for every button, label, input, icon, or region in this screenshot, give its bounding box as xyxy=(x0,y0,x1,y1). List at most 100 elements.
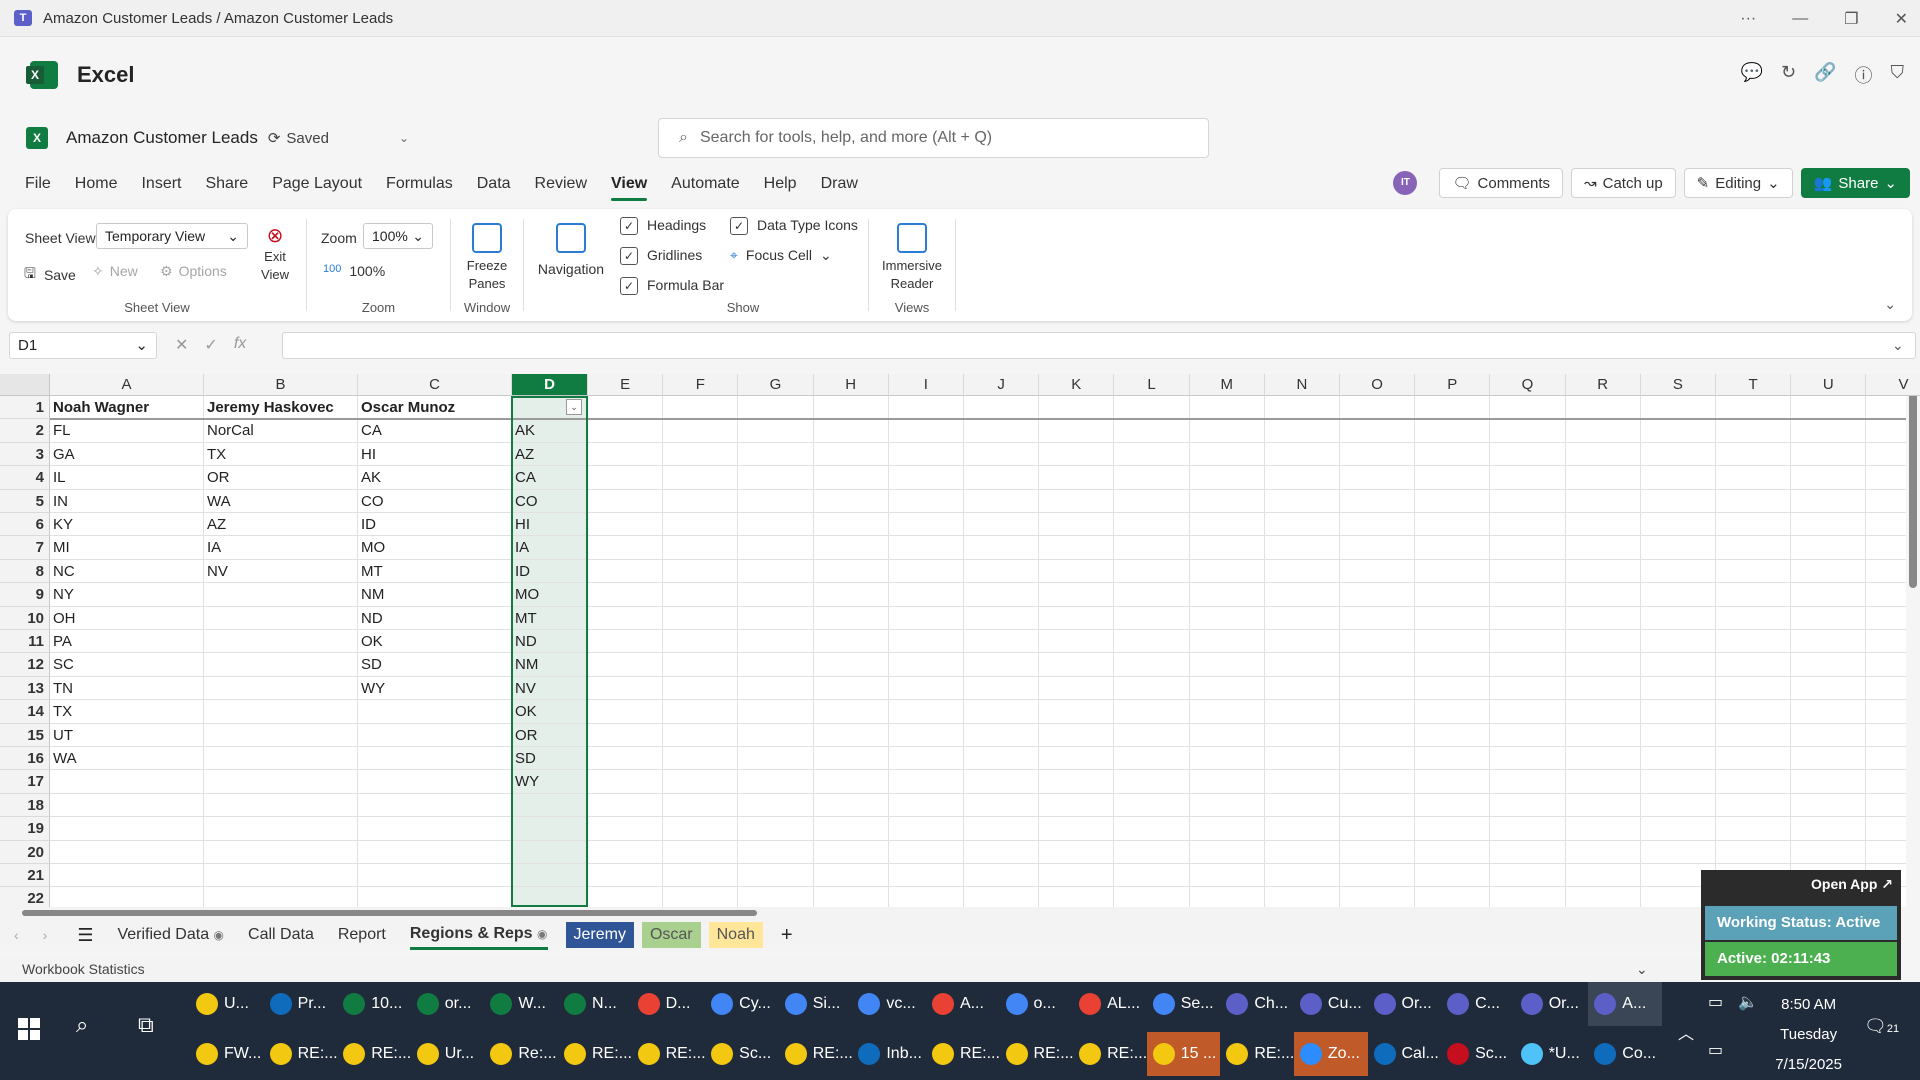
cell[interactable]: HI xyxy=(358,443,512,466)
cell[interactable]: MO xyxy=(358,536,512,559)
battery-icon[interactable]: ▭ xyxy=(1708,992,1723,1012)
taskbar-app-button[interactable]: W... xyxy=(484,982,558,1026)
horizontal-scrollbar[interactable] xyxy=(0,907,1701,919)
taskbar-app-button[interactable]: RE:... xyxy=(779,1032,853,1076)
select-all-corner[interactable] xyxy=(0,374,50,396)
tab-page-layout[interactable]: Page Layout xyxy=(272,167,362,201)
shield-icon[interactable]: ⛉ xyxy=(1891,62,1905,88)
column-header[interactable]: O xyxy=(1340,374,1416,396)
row-header[interactable]: 16 xyxy=(0,747,50,771)
cell[interactable]: OH xyxy=(50,607,204,630)
cell[interactable]: OR xyxy=(204,466,358,489)
cell[interactable]: IN xyxy=(50,490,204,513)
tab-share[interactable]: Share xyxy=(205,167,248,201)
cell[interactable]: KY xyxy=(50,513,204,536)
row-header[interactable]: 14 xyxy=(0,700,50,724)
cell[interactable]: Oscar Munoz xyxy=(358,396,512,419)
column-header[interactable]: T xyxy=(1716,374,1792,396)
tab-insert[interactable]: Insert xyxy=(141,167,181,201)
scrollbar-thumb[interactable] xyxy=(22,910,757,916)
tab-automate[interactable]: Automate xyxy=(671,167,739,201)
column-header[interactable]: I xyxy=(888,374,964,396)
taskbar-app-button[interactable]: RE:... xyxy=(1073,1032,1147,1076)
scrollbar-thumb[interactable] xyxy=(1909,388,1917,588)
doc-chevron-down-icon[interactable]: ⌄ xyxy=(399,131,409,145)
cell[interactable]: OK xyxy=(358,630,512,653)
tab-view[interactable]: View xyxy=(611,167,648,201)
tab-review[interactable]: Review xyxy=(535,167,587,201)
cell[interactable]: AK xyxy=(358,466,512,489)
cell[interactable]: TX xyxy=(50,700,204,723)
chevron-up-icon[interactable]: ︿ xyxy=(1678,1020,1694,1044)
row-header[interactable]: 22 xyxy=(0,887,50,907)
windows-start-icon[interactable] xyxy=(18,1018,40,1040)
task-view-icon[interactable]: ⧉ xyxy=(138,1012,154,1038)
desktop-icon[interactable]: ▭ xyxy=(1708,1040,1723,1060)
cell[interactable]: WY xyxy=(358,677,512,700)
link-icon[interactable]: 🔗 xyxy=(1814,62,1836,88)
taskbar-app-button[interactable]: Inb... xyxy=(852,1032,926,1076)
row-header[interactable]: 8 xyxy=(0,559,50,584)
taskbar-app-button[interactable]: or... xyxy=(411,982,485,1026)
taskbar-app-button[interactable]: RE:... xyxy=(1220,1032,1294,1076)
row-header[interactable]: 17 xyxy=(0,770,50,794)
tab-formulas[interactable]: Formulas xyxy=(386,167,453,201)
tab-file[interactable]: File xyxy=(25,167,51,201)
column-header[interactable]: J xyxy=(964,374,1040,396)
workbook-statistics[interactable]: Workbook Statistics xyxy=(22,961,145,977)
cell[interactable]: UT xyxy=(50,724,204,747)
sheet-view-dropdown[interactable]: Temporary View ⌄ xyxy=(96,223,248,249)
spreadsheet-grid[interactable]: A B C D E F G H I J K L M N O P Q R S T U V 1 2 3 4 5 6 7 8 9 10 11 12 13 1… xyxy=(0,374,1920,907)
row-header[interactable]: 15 xyxy=(0,723,50,747)
cell[interactable]: WA xyxy=(204,490,358,513)
headings-checkbox[interactable]: ✓ Headings xyxy=(620,217,706,236)
row-header[interactable]: 13 xyxy=(0,676,50,701)
immersive-reader-button[interactable]: Immersive Reader xyxy=(873,223,951,293)
taskbar-app-button[interactable]: Se... xyxy=(1147,982,1221,1026)
taskbar-app-button[interactable]: vc... xyxy=(852,982,926,1026)
taskbar-app-button[interactable]: RE:... xyxy=(337,1032,411,1076)
cell[interactable]: Noah Wagner xyxy=(50,396,204,419)
taskbar-app-button[interactable]: Sc... xyxy=(1441,1032,1515,1076)
column-header[interactable]: D xyxy=(512,374,588,396)
row-header[interactable]: 6 xyxy=(0,513,50,537)
function-icon[interactable]: fx xyxy=(234,335,246,355)
column-header[interactable]: G xyxy=(738,374,814,396)
taskbar-app-button[interactable]: RE:... xyxy=(1000,1032,1074,1076)
data-type-icons-checkbox[interactable]: ✓ Data Type Icons xyxy=(730,217,858,236)
taskbar-app-button[interactable]: Pr... xyxy=(264,982,338,1026)
cell[interactable]: WA xyxy=(50,747,204,770)
zoom-100-button[interactable]: 100 100% xyxy=(323,263,385,279)
column-header[interactable]: K xyxy=(1039,374,1115,396)
cell[interactable]: SC xyxy=(50,653,204,676)
taskbar-app-button[interactable]: Ch... xyxy=(1220,982,1294,1026)
row-header[interactable]: 18 xyxy=(0,793,50,818)
cell[interactable]: TN xyxy=(50,677,204,700)
column-header[interactable]: R xyxy=(1565,374,1641,396)
catch-up-button[interactable]: ↝ Catch up xyxy=(1571,168,1676,198)
refresh-icon[interactable]: ↻ xyxy=(1781,62,1796,88)
column-header[interactable]: M xyxy=(1189,374,1265,396)
column-header[interactable]: A xyxy=(50,374,204,396)
name-box[interactable]: D1 ⌄ xyxy=(9,331,157,359)
taskbar-app-button[interactable]: Cal... xyxy=(1368,1032,1442,1076)
row-header[interactable]: 11 xyxy=(0,630,50,654)
cell[interactable]: NorCal xyxy=(204,419,358,442)
cell[interactable]: NY xyxy=(50,583,204,606)
search-input[interactable]: ⌕ Search for tools, help, and more (Alt … xyxy=(658,118,1209,158)
taskbar-app-button[interactable]: Ur... xyxy=(411,1032,485,1076)
row-header[interactable]: 12 xyxy=(0,653,50,677)
cell[interactable]: FL xyxy=(50,419,204,442)
chat-icon[interactable]: 💬 xyxy=(1741,62,1763,88)
row-header[interactable]: 5 xyxy=(0,489,50,513)
row-header[interactable]: 20 xyxy=(0,840,50,864)
taskbar-app-button[interactable]: RE:... xyxy=(558,1032,632,1076)
vertical-scrollbar[interactable] xyxy=(1906,374,1920,907)
taskbar-app-button[interactable]: *U... xyxy=(1515,1032,1589,1076)
next-sheet-icon[interactable]: › xyxy=(43,927,48,943)
ribbon-collapse-icon[interactable]: ⌄ xyxy=(1884,296,1896,313)
sheet-tab-oscar[interactable]: Oscar xyxy=(641,922,701,948)
taskbar-app-button[interactable]: AL... xyxy=(1073,982,1147,1026)
tab-data[interactable]: Data xyxy=(477,167,511,201)
taskbar-app-button[interactable]: U... xyxy=(190,982,264,1026)
